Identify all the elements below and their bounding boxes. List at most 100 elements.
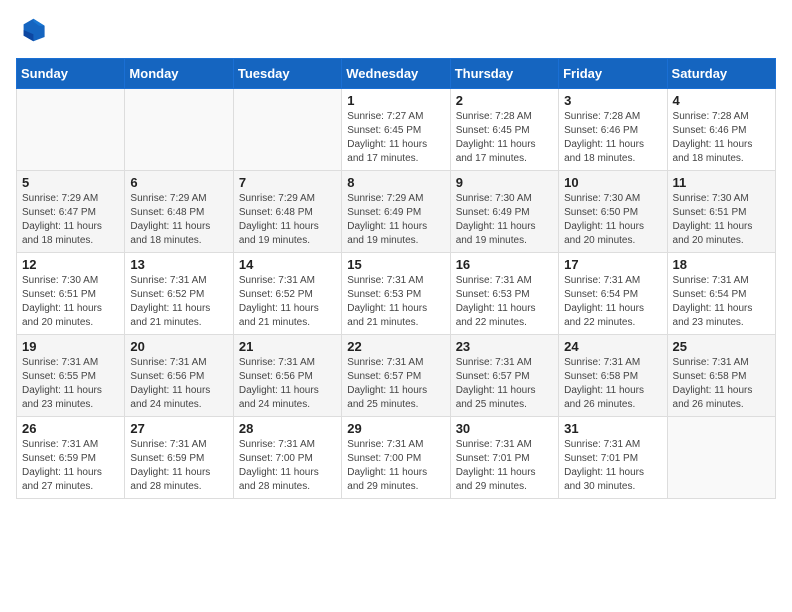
day-info: Sunset: 6:52 PM: [130, 288, 227, 302]
day-number: 23: [456, 339, 553, 354]
calendar-table: SundayMondayTuesdayWednesdayThursdayFrid…: [16, 58, 776, 499]
day-info: Daylight: 11 hours and 29 minutes.: [456, 466, 553, 494]
day-info: Sunrise: 7:29 AM: [130, 192, 227, 206]
day-info: Sunrise: 7:31 AM: [239, 438, 336, 452]
calendar-cell: 3Sunrise: 7:28 AMSunset: 6:46 PMDaylight…: [559, 89, 667, 171]
day-info: Daylight: 11 hours and 28 minutes.: [239, 466, 336, 494]
day-info: Sunrise: 7:31 AM: [130, 356, 227, 370]
day-number: 14: [239, 257, 336, 272]
day-number: 22: [347, 339, 444, 354]
day-info: Sunrise: 7:31 AM: [239, 356, 336, 370]
calendar-week-row: 12Sunrise: 7:30 AMSunset: 6:51 PMDayligh…: [17, 253, 776, 335]
calendar-cell: 23Sunrise: 7:31 AMSunset: 6:57 PMDayligh…: [450, 335, 558, 417]
calendar-cell: 15 Sunrise: 7:31 AMSunset: 6:53 PMDayligh…: [342, 253, 450, 335]
day-info: Daylight: 11 hours and 20 minutes.: [22, 302, 119, 330]
day-info: Sunrise: 7:31 AM: [347, 274, 444, 288]
day-number: 21: [239, 339, 336, 354]
calendar-cell: 13Sunrise: 7:31 AMSunset: 6:52 PMDayligh…: [125, 253, 233, 335]
day-number: 26: [22, 421, 119, 436]
day-info: Sunset: 6:45 PM: [347, 124, 444, 138]
day-info: Daylight: 11 hours and 26 minutes.: [673, 384, 770, 412]
day-info: Sunset: 6:55 PM: [22, 370, 119, 384]
day-number: 7: [239, 175, 336, 190]
day-info: Sunrise: 7:31 AM: [22, 356, 119, 370]
day-info: Sunset: 6:56 PM: [130, 370, 227, 384]
day-info: Sunrise: 7:31 AM: [564, 274, 661, 288]
day-info: Sunset: 6:57 PM: [347, 370, 444, 384]
day-info: Daylight: 11 hours and 28 minutes.: [130, 466, 227, 494]
day-number: 5: [22, 175, 119, 190]
day-info: Daylight: 11 hours and 21 minutes.: [347, 302, 444, 330]
calendar-cell: 8Sunrise: 7:29 AMSunset: 6:49 PMDaylight…: [342, 171, 450, 253]
day-info: Sunset: 6:49 PM: [456, 206, 553, 220]
day-info: Daylight: 11 hours and 18 minutes.: [564, 138, 661, 166]
day-number: 19: [22, 339, 119, 354]
calendar-cell: 5Sunrise: 7:29 AMSunset: 6:47 PMDaylight…: [17, 171, 125, 253]
day-number: 28: [239, 421, 336, 436]
calendar-cell: 24Sunrise: 7:31 AMSunset: 6:58 PMDayligh…: [559, 335, 667, 417]
day-info: Daylight: 11 hours and 17 minutes.: [347, 138, 444, 166]
day-info: Daylight: 11 hours and 29 minutes.: [347, 466, 444, 494]
calendar-cell: [233, 89, 341, 171]
day-number: 11: [673, 175, 770, 190]
day-header-wednesday: Wednesday: [342, 59, 450, 89]
day-info: Sunset: 7:01 PM: [564, 452, 661, 466]
calendar-cell: 20Sunrise: 7:31 AMSunset: 6:56 PMDayligh…: [125, 335, 233, 417]
calendar-cell: 26Sunrise: 7:31 AMSunset: 6:59 PMDayligh…: [17, 417, 125, 499]
day-number: 31: [564, 421, 661, 436]
calendar-cell: 30Sunrise: 7:31 AMSunset: 7:01 PMDayligh…: [450, 417, 558, 499]
day-info: Daylight: 11 hours and 19 minutes.: [347, 220, 444, 248]
day-info: Sunset: 7:00 PM: [239, 452, 336, 466]
day-info: Sunset: 6:53 PM: [456, 288, 553, 302]
day-info: Daylight: 11 hours and 19 minutes.: [456, 220, 553, 248]
day-info: Sunrise: 7:31 AM: [456, 438, 553, 452]
day-number: 17: [564, 257, 661, 272]
day-number: 25: [673, 339, 770, 354]
day-info: Daylight: 11 hours and 25 minutes.: [347, 384, 444, 412]
day-number: 1: [347, 93, 444, 108]
day-number: 6: [130, 175, 227, 190]
day-number: 15: [347, 257, 444, 272]
day-info: Sunrise: 7:31 AM: [347, 438, 444, 452]
day-info: Daylight: 11 hours and 30 minutes.: [564, 466, 661, 494]
day-info: Sunrise: 7:31 AM: [673, 356, 770, 370]
day-info: Sunrise: 7:29 AM: [22, 192, 119, 206]
day-info: Daylight: 11 hours and 22 minutes.: [564, 302, 661, 330]
day-number: 27: [130, 421, 227, 436]
calendar-cell: [17, 89, 125, 171]
calendar-cell: 10Sunrise: 7:30 AMSunset: 6:50 PMDayligh…: [559, 171, 667, 253]
day-info: Daylight: 11 hours and 18 minutes.: [22, 220, 119, 248]
day-number: 18: [673, 257, 770, 272]
day-info: Daylight: 11 hours and 18 minutes.: [130, 220, 227, 248]
calendar-cell: [125, 89, 233, 171]
day-info: Sunrise: 7:31 AM: [673, 274, 770, 288]
day-header-saturday: Saturday: [667, 59, 775, 89]
day-header-sunday: Sunday: [17, 59, 125, 89]
day-info: Sunrise: 7:31 AM: [22, 438, 119, 452]
day-info: Sunrise: 7:30 AM: [564, 192, 661, 206]
calendar-cell: 18Sunrise: 7:31 AMSunset: 6:54 PMDayligh…: [667, 253, 775, 335]
calendar-cell: 1Sunrise: 7:27 AMSunset: 6:45 PMDaylight…: [342, 89, 450, 171]
day-info: Sunrise: 7:31 AM: [130, 438, 227, 452]
calendar-cell: 16Sunrise: 7:31 AMSunset: 6:53 PMDayligh…: [450, 253, 558, 335]
calendar-cell: 14Sunrise: 7:31 AMSunset: 6:52 PMDayligh…: [233, 253, 341, 335]
day-info: Sunrise: 7:31 AM: [130, 274, 227, 288]
day-info: Sunset: 6:54 PM: [564, 288, 661, 302]
day-number: 13: [130, 257, 227, 272]
day-number: 3: [564, 93, 661, 108]
day-info: Sunset: 6:48 PM: [239, 206, 336, 220]
day-info: Sunrise: 7:31 AM: [347, 356, 444, 370]
day-info: Sunrise: 7:29 AM: [347, 192, 444, 206]
calendar-week-row: 1Sunrise: 7:27 AMSunset: 6:45 PMDaylight…: [17, 89, 776, 171]
day-number: 8: [347, 175, 444, 190]
day-header-friday: Friday: [559, 59, 667, 89]
day-info: Sunset: 6:51 PM: [673, 206, 770, 220]
day-info: Daylight: 11 hours and 26 minutes.: [564, 384, 661, 412]
day-info: Sunset: 6:59 PM: [130, 452, 227, 466]
day-info: Sunset: 6:53 PM: [347, 288, 444, 302]
day-info: Sunset: 6:56 PM: [239, 370, 336, 384]
day-number: 4: [673, 93, 770, 108]
day-info: Sunset: 6:51 PM: [22, 288, 119, 302]
day-number: 20: [130, 339, 227, 354]
calendar-cell: 9Sunrise: 7:30 AMSunset: 6:49 PMDaylight…: [450, 171, 558, 253]
